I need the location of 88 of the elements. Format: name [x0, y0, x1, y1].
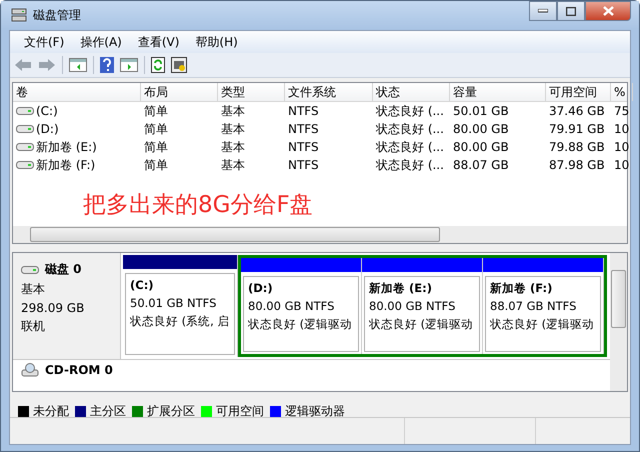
- partition-name: (D:): [248, 281, 274, 295]
- drive-icon: [21, 264, 39, 274]
- legend-label: 扩展分区: [147, 402, 195, 420]
- drive-icon: [16, 160, 34, 170]
- menu-item[interactable]: 帮助(H): [187, 34, 246, 50]
- legend-label: 主分区: [90, 402, 126, 420]
- table-cell-text: 80.00 GB: [452, 121, 510, 138]
- table-cell-text: 基本: [220, 121, 246, 138]
- column-header[interactable]: 文件系统: [285, 83, 373, 101]
- table-cell-text: 79.91 GB: [548, 121, 606, 138]
- partition-size: 88.07 GB NTFS: [490, 299, 578, 313]
- menu-item[interactable]: 文件(F): [16, 34, 72, 50]
- legend-label: 逻辑驱动器: [285, 402, 345, 420]
- close-icon: [602, 6, 614, 16]
- table-cell-text: 基本: [220, 103, 246, 120]
- table-cell-text: NTFS: [287, 139, 320, 156]
- table-cell-text: 79.88 GB: [548, 139, 606, 156]
- partition-size: 50.01 GB NTFS: [130, 296, 218, 310]
- partition-name: (C:): [130, 278, 155, 292]
- drive-icon: [16, 106, 34, 116]
- table-cell-text: 87.98 GB: [548, 157, 606, 174]
- column-header[interactable]: %: [611, 83, 633, 101]
- partition-status: 状态良好 (逻辑驱动: [369, 317, 474, 331]
- minimize-icon: [538, 9, 548, 13]
- disk-size: 298.09 GB: [21, 301, 86, 315]
- disk-status: 联机: [21, 318, 46, 335]
- partition-status: 状态良好 (逻辑驱动: [490, 317, 596, 331]
- partition-name: 新加卷 (E:): [369, 281, 433, 295]
- table-cell-text: NTFS: [287, 157, 320, 174]
- menu-item[interactable]: 操作(A): [72, 34, 130, 50]
- close-button[interactable]: [585, 1, 631, 21]
- vertical-scrollbar[interactable]: [610, 253, 627, 391]
- horizontal-scrollbar[interactable]: [13, 226, 627, 243]
- menu-item[interactable]: 查看(V): [130, 34, 188, 50]
- refresh-icon[interactable]: [151, 57, 165, 73]
- volume-name: 新加卷 (E:): [36, 139, 97, 156]
- drive-icon: [16, 124, 34, 134]
- table-cell-text: 简单: [143, 103, 169, 120]
- table-cell-text: 37.46 GB: [548, 103, 606, 120]
- volume-name: (C:): [36, 103, 58, 120]
- column-header[interactable]: 类型: [218, 83, 285, 101]
- table-cell-text: 状态良好 (...: [375, 139, 445, 156]
- table-cell-text: 10: [613, 157, 630, 174]
- partition-name: 新加卷 (F:): [490, 281, 554, 295]
- drive-icon: [16, 142, 34, 152]
- window-title: 磁盘管理: [33, 6, 81, 24]
- volume-name: (D:): [36, 121, 59, 138]
- table-cell-text: 10: [613, 139, 630, 156]
- table-cell-text: NTFS: [287, 103, 320, 120]
- maximize-icon: [566, 6, 576, 16]
- partition-status: 状态良好 (逻辑驱动: [248, 317, 354, 331]
- table-cell-text: 简单: [143, 121, 169, 138]
- table-cell-text: 80.00 GB: [452, 139, 510, 156]
- table-cell-text: 状态良好 (...: [375, 157, 445, 174]
- maximize-button[interactable]: [557, 1, 585, 21]
- table-cell-text: NTFS: [287, 121, 320, 138]
- table-cell-text: 基本: [220, 139, 246, 156]
- volume-name: 新加卷 (F:): [36, 157, 96, 174]
- table-cell-text: 50.01 GB: [452, 103, 510, 120]
- legend-label: 可用空间: [216, 402, 264, 420]
- table-cell-text: 88.07 GB: [452, 157, 510, 174]
- properties-icon[interactable]: [171, 57, 187, 73]
- table-cell-text: 10: [613, 121, 630, 138]
- minimize-button[interactable]: [529, 1, 557, 21]
- table-cell-text: 简单: [143, 139, 169, 156]
- partition-status: 状态良好 (系统, 启: [130, 314, 230, 328]
- partition-size: 80.00 GB NTFS: [369, 299, 456, 313]
- legend-label: 未分配: [33, 402, 69, 420]
- help-icon[interactable]: [100, 57, 114, 73]
- column-header[interactable]: 卷: [13, 83, 141, 101]
- disk-type: 基本: [21, 281, 46, 298]
- table-cell-text: 状态良好 (...: [375, 121, 445, 138]
- table-cell-text: 简单: [143, 157, 169, 174]
- column-header[interactable]: 布局: [141, 83, 218, 101]
- partition-size: 80.00 GB NTFS: [248, 299, 336, 313]
- disk-name: CD-ROM 0: [45, 363, 113, 377]
- column-header[interactable]: 状态: [373, 83, 450, 101]
- disk-management-icon: [11, 8, 27, 22]
- table-cell-text: 基本: [220, 157, 246, 174]
- cd-drive-icon: [21, 363, 39, 377]
- annotation-text: 把多出来的8G分给F盘: [83, 191, 313, 220]
- disk-name: 磁盘 0: [45, 261, 82, 278]
- column-header[interactable]: 容量: [450, 83, 546, 101]
- table-cell-text: 75: [613, 103, 630, 120]
- column-header[interactable]: 可用空间: [546, 83, 611, 101]
- panel-icon[interactable]: [120, 58, 138, 72]
- panel-icon[interactable]: [69, 58, 87, 72]
- table-cell-text: 状态良好 (...: [375, 103, 445, 120]
